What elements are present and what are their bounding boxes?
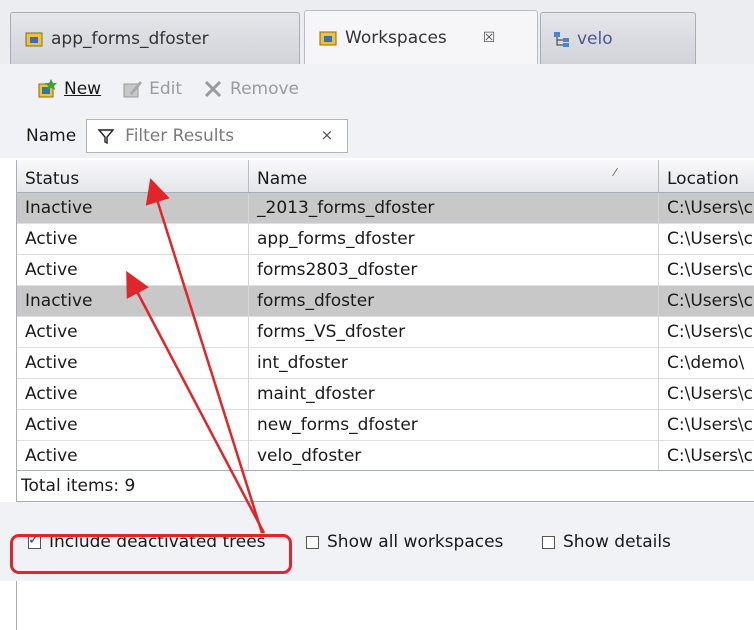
annotation-arrow: [126, 270, 266, 534]
annotation-arrows: [126, 178, 266, 534]
annotation-arrow: [145, 178, 264, 534]
